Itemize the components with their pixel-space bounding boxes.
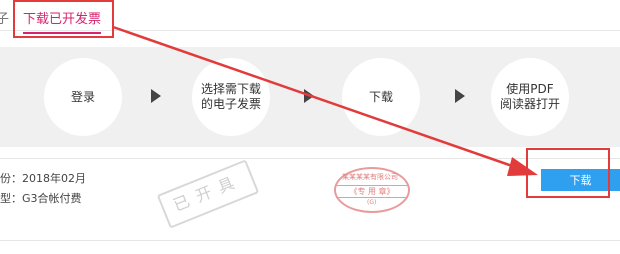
tab-bar: 子 下载已开发票 <box>0 0 620 38</box>
company-seal: 某某某某有限公司 《专 用 章》 (G) <box>334 167 410 213</box>
row-divider-top <box>0 158 620 159</box>
seal-company-name: 某某某某有限公司 <box>342 173 398 181</box>
step-arrow-2 <box>304 89 314 103</box>
invoice-period: 份：2018年02月 <box>0 172 86 185</box>
issued-stamp: 已开具 <box>156 159 260 229</box>
tab-previous-fragment[interactable]: 子 <box>0 8 9 27</box>
step-download-label: 下载 <box>368 89 393 104</box>
step-select-invoice-label: 选择需下载 的电子发票 <box>200 82 261 111</box>
seal-title: 《专 用 章》 <box>336 185 408 198</box>
tab-divider <box>0 30 620 31</box>
seal-code: (G) <box>367 199 377 206</box>
step-download: 下载 <box>342 58 420 136</box>
step-open-pdf-label: 使用PDF 阅读器打开 <box>499 82 560 111</box>
invoice-type: 型：G3合帐付费 <box>0 192 82 205</box>
step-arrow-1 <box>151 89 161 103</box>
row-divider-bottom <box>0 240 620 241</box>
step-login: 登录 <box>44 58 122 136</box>
step-open-pdf: 使用PDF 阅读器打开 <box>491 58 569 136</box>
step-login-label: 登录 <box>70 89 95 104</box>
step-arrow-3 <box>455 89 465 103</box>
annotation-arrow-head <box>507 157 538 176</box>
download-button[interactable]: 下载 <box>541 169 620 191</box>
step-select-invoice: 选择需下载 的电子发票 <box>192 58 270 136</box>
